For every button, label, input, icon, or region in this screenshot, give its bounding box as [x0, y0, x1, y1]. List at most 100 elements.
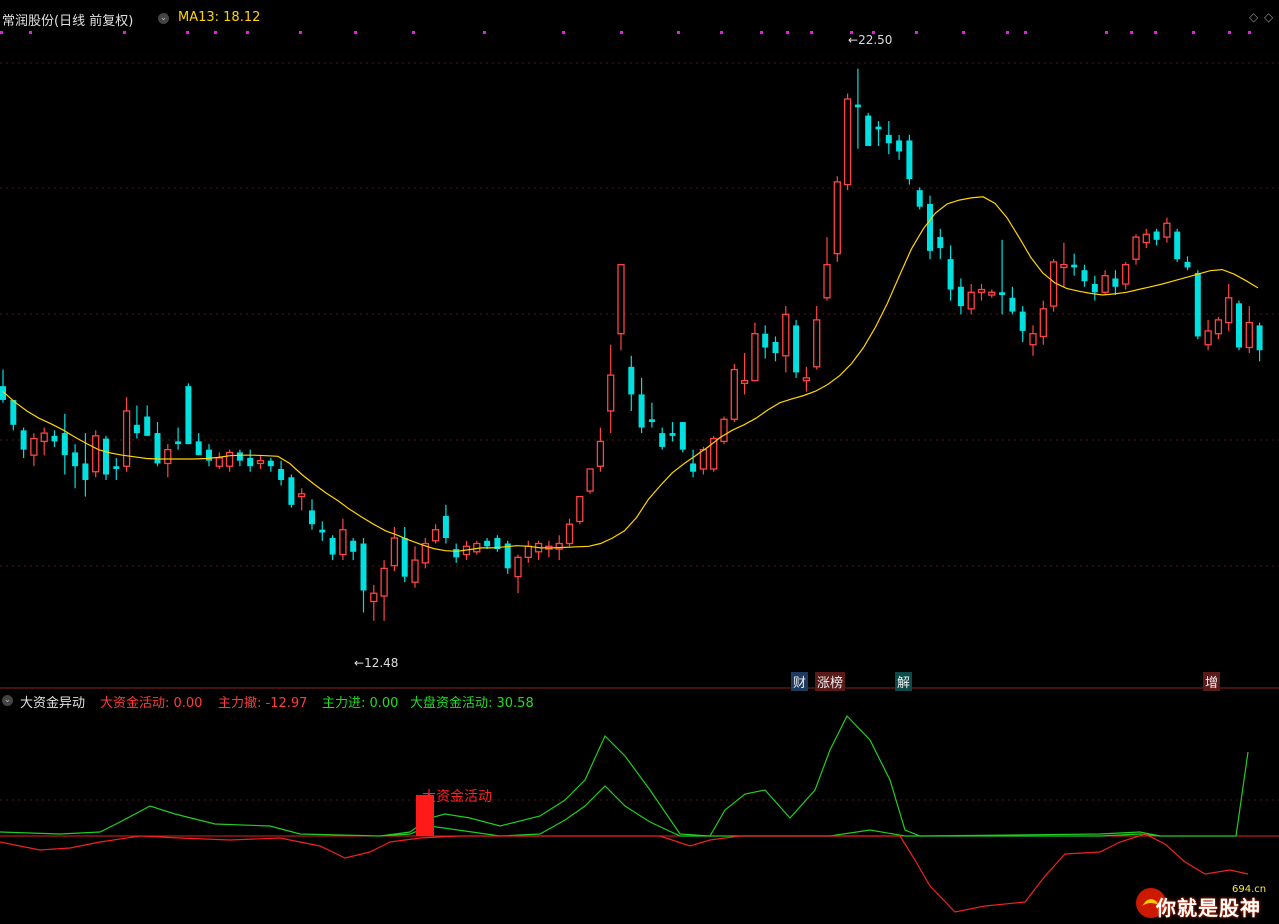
candle [514, 554, 522, 594]
candle [977, 284, 986, 301]
candle-body [977, 288, 986, 293]
event-tag-increase[interactable]: 增 [1203, 672, 1221, 691]
candle [504, 540, 511, 574]
candle-body [309, 510, 315, 525]
candle-body [720, 418, 728, 443]
candle-body [1081, 270, 1088, 282]
candle-body [617, 264, 625, 335]
candle-body [1060, 264, 1068, 269]
candle [1163, 217, 1171, 243]
candle [617, 264, 625, 351]
candle-body [298, 493, 306, 498]
candle-body [896, 140, 903, 152]
candle [360, 538, 367, 613]
marker-dot [760, 31, 763, 34]
marker-dot [1105, 31, 1108, 34]
marker-dot [720, 31, 723, 34]
candle [1101, 270, 1109, 296]
candle [370, 584, 378, 621]
candle-body [1194, 272, 1201, 337]
marker-dot [1192, 31, 1195, 34]
market-flow-value: 大盘资金活动: 30.58 [410, 696, 534, 711]
candle-body [431, 529, 440, 542]
candle [988, 289, 996, 298]
marker-dot [29, 31, 32, 34]
candle-body [144, 416, 151, 436]
candle [1132, 234, 1140, 265]
candle [103, 435, 109, 481]
watermark-site: 694.cn [1232, 884, 1267, 895]
candle [648, 402, 655, 428]
candle [638, 377, 645, 434]
candle-body [256, 460, 265, 465]
candle-body [236, 452, 243, 461]
candle-body [628, 366, 635, 395]
candle-body [329, 538, 336, 555]
candle-body [648, 419, 655, 423]
marker-dot [962, 31, 965, 34]
indicator-settings-icon[interactable]: ⌄ [2, 695, 13, 706]
event-tag-unlock[interactable]: 解 [895, 672, 913, 691]
candle [1214, 317, 1223, 340]
marker-dot [1130, 31, 1133, 34]
diamond-icon[interactable]: ◇ [1249, 10, 1258, 24]
candle-body [61, 433, 68, 456]
candle-body [596, 440, 605, 467]
candle [1194, 270, 1201, 340]
marker-dot [1228, 31, 1231, 34]
candle [288, 474, 295, 508]
settings-dot-icon[interactable]: ⌄ [158, 13, 169, 24]
candle-body [730, 368, 738, 420]
candle [565, 518, 574, 547]
big-flow-value: 大资金活动: 0.00 [100, 696, 203, 711]
candle [30, 433, 38, 467]
candle [1225, 284, 1233, 331]
candle [813, 306, 821, 370]
candle-body [185, 386, 192, 445]
candle-body [103, 438, 109, 475]
marker-dot [620, 31, 623, 34]
indicator-pane [0, 714, 1279, 913]
candle-body [916, 190, 923, 207]
candle-body [988, 291, 996, 296]
candle [298, 488, 306, 511]
candle-body [1204, 330, 1212, 346]
event-tag-top-gainers[interactable]: 涨榜 [815, 672, 846, 691]
candle [823, 237, 831, 301]
main-in-value: 主力进: 0.00 [322, 696, 399, 711]
candle-body [843, 98, 852, 186]
candle-body [1091, 284, 1098, 293]
candle-body [762, 333, 769, 348]
candle [576, 495, 584, 525]
candle-body [1122, 264, 1130, 285]
candle [607, 344, 615, 434]
candle [916, 187, 923, 210]
candle [793, 319, 800, 378]
diamond-icon[interactable]: ◇ [1264, 10, 1273, 24]
candle [247, 449, 254, 472]
candlestick-series[interactable] [0, 68, 1263, 621]
candle [1256, 322, 1263, 362]
candle [144, 405, 151, 436]
candle [947, 245, 954, 301]
candle-body [1132, 236, 1140, 260]
candle-body [401, 538, 408, 577]
candle-body [10, 399, 17, 425]
candle [442, 504, 449, 544]
candle [72, 444, 79, 489]
candle [380, 560, 388, 621]
ma13-value: MA13: 18.12 [178, 10, 261, 25]
candle [122, 397, 131, 472]
candle-body [164, 449, 172, 465]
event-tag-financial[interactable]: 财 [791, 672, 809, 691]
watermark-logo: 你就是股神 [1156, 896, 1261, 920]
candle-body [1009, 297, 1016, 312]
candle-body [1112, 278, 1119, 287]
candle [854, 68, 861, 149]
candle-body [793, 325, 800, 373]
candle [999, 239, 1006, 315]
candle [1029, 325, 1037, 356]
candle-body [865, 115, 872, 146]
candle [896, 134, 903, 160]
candle-body [967, 291, 975, 310]
